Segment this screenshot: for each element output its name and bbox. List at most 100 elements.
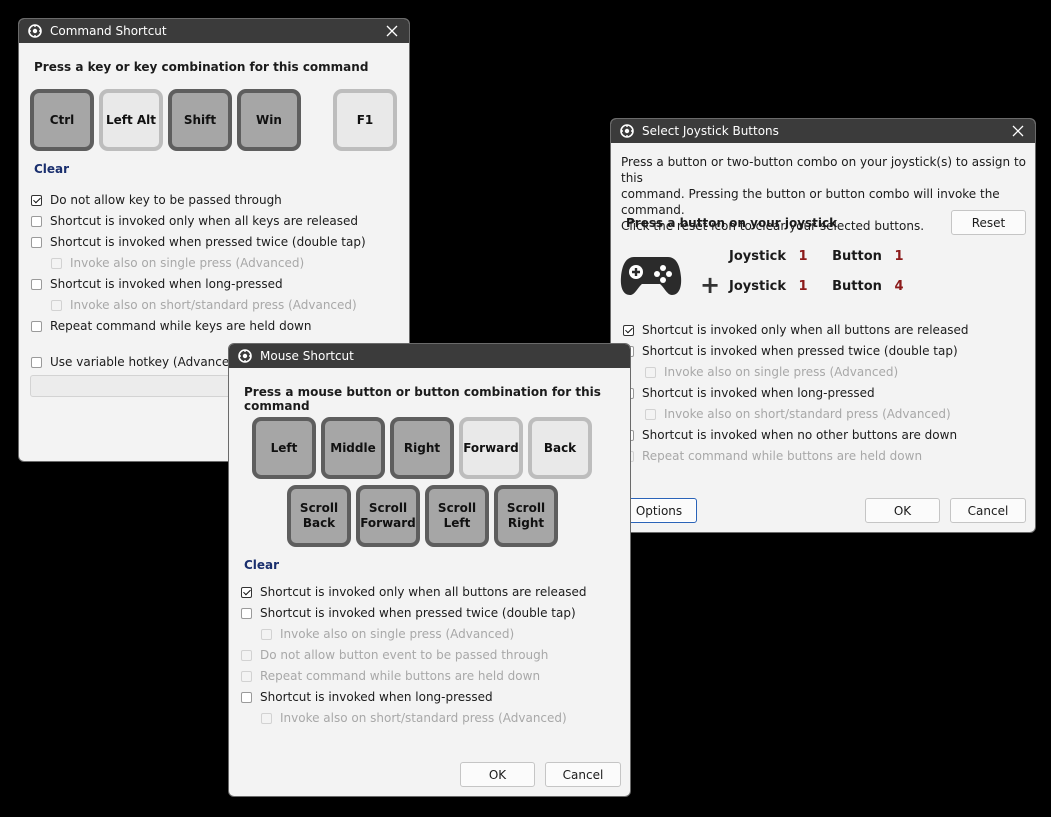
option-label: Invoke also on single press (Advanced): [664, 365, 899, 379]
clear-link[interactable]: Clear: [34, 162, 69, 176]
checkbox[interactable]: [51, 299, 62, 311]
button-label-line2: Back: [302, 516, 336, 530]
option-repeat[interactable]: Repeat command while buttons are held do…: [623, 449, 922, 463]
button-label-line2: Left: [443, 516, 471, 530]
checkbox[interactable]: [31, 236, 42, 248]
checkbox[interactable]: [645, 366, 656, 378]
cancel-button[interactable]: Cancel: [545, 762, 621, 787]
title-bar[interactable]: Select Joystick Buttons: [611, 119, 1035, 143]
option-double-tap[interactable]: Shortcut is invoked when pressed twice (…: [241, 606, 576, 620]
option-no-passthrough[interactable]: Do not allow key to be passed through: [31, 193, 282, 207]
option-single-press[interactable]: Invoke also on single press (Advanced): [645, 365, 898, 379]
clear-link[interactable]: Clear: [244, 558, 279, 572]
option-label: Shortcut is invoked when long-pressed: [260, 690, 493, 704]
key-label: Shift: [183, 112, 217, 127]
button-label: Button: [832, 279, 882, 294]
option-on-release[interactable]: Shortcut is invoked only when all keys a…: [31, 214, 358, 228]
option-short-press[interactable]: Invoke also on short/standard press (Adv…: [645, 407, 951, 421]
close-icon[interactable]: [383, 22, 401, 40]
option-no-passthrough[interactable]: Do not allow button event to be passed t…: [241, 648, 548, 662]
cancel-button[interactable]: Cancel: [950, 498, 1026, 523]
app-icon: [238, 349, 252, 363]
mouse-button-scroll-left[interactable]: Scroll Left: [425, 485, 489, 547]
button-label: Back: [543, 440, 577, 455]
option-no-other-buttons[interactable]: Shortcut is invoked when no other button…: [623, 428, 957, 442]
checkbox[interactable]: [31, 320, 42, 332]
button-number: 4: [894, 279, 904, 294]
key-label: F1: [356, 112, 374, 127]
button-label-line2: Right: [507, 516, 545, 530]
checkbox[interactable]: [31, 215, 42, 227]
checkbox[interactable]: [645, 408, 656, 420]
option-repeat[interactable]: Repeat command while keys are held down: [31, 319, 311, 333]
option-label: Shortcut is invoked when pressed twice (…: [642, 344, 958, 358]
reset-button[interactable]: Reset: [951, 210, 1026, 235]
option-label: Shortcut is invoked when pressed twice (…: [50, 235, 366, 249]
options-button[interactable]: Options: [621, 498, 697, 523]
ok-button[interactable]: OK: [865, 498, 940, 523]
app-icon: [28, 24, 42, 38]
button-label: Right: [403, 440, 441, 455]
option-label: Shortcut is invoked only when all button…: [260, 585, 587, 599]
checkbox[interactable]: [31, 194, 42, 206]
mouse-button-back[interactable]: Back: [528, 417, 592, 479]
option-long-press[interactable]: Shortcut is invoked when long-pressed: [241, 690, 493, 704]
button-label-line1: Scroll: [299, 501, 339, 515]
mouse-button-scroll-back[interactable]: Scroll Back: [287, 485, 351, 547]
option-long-press[interactable]: Shortcut is invoked when long-pressed: [623, 386, 875, 400]
option-double-tap[interactable]: Shortcut is invoked when pressed twice (…: [31, 235, 366, 249]
key-win[interactable]: Win: [237, 89, 301, 151]
key-shift[interactable]: Shift: [168, 89, 232, 151]
joystick-number: 1: [798, 249, 808, 264]
option-short-press[interactable]: Invoke also on short/standard press (Adv…: [261, 711, 567, 725]
mouse-button-scroll-forward[interactable]: Scroll Forward: [356, 485, 420, 547]
plus-icon: +: [700, 271, 721, 299]
window-title: Command Shortcut: [50, 24, 167, 38]
prompt-heading: Press a button on your joystick: [626, 216, 838, 230]
option-label: Shortcut is invoked when no other button…: [642, 428, 958, 442]
close-icon[interactable]: [1009, 122, 1027, 140]
option-label: Shortcut is invoked when long-pressed: [50, 277, 283, 291]
title-bar[interactable]: Command Shortcut: [19, 19, 409, 43]
ok-button[interactable]: OK: [460, 762, 535, 787]
option-label: Shortcut is invoked when long-pressed: [642, 386, 875, 400]
button-label: Left: [270, 440, 298, 455]
option-variable-hotkey[interactable]: Use variable hotkey (Advanced): [31, 355, 242, 369]
option-double-tap[interactable]: Shortcut is invoked when pressed twice (…: [623, 344, 958, 358]
checkbox[interactable]: [241, 649, 252, 661]
option-single-press[interactable]: Invoke also on single press (Advanced): [261, 627, 514, 641]
option-label: Do not allow key to be passed through: [50, 193, 282, 207]
checkbox[interactable]: [623, 324, 634, 336]
option-label: Repeat command while buttons are held do…: [260, 669, 541, 683]
checkbox[interactable]: [241, 691, 252, 703]
checkbox[interactable]: [31, 278, 42, 290]
key-left-alt[interactable]: Left Alt: [99, 89, 163, 151]
option-single-press[interactable]: Invoke also on single press (Advanced): [51, 256, 304, 270]
checkbox[interactable]: [261, 712, 272, 724]
option-short-press[interactable]: Invoke also on short/standard press (Adv…: [51, 298, 357, 312]
option-label: Repeat command while buttons are held do…: [642, 449, 923, 463]
option-repeat[interactable]: Repeat command while buttons are held do…: [241, 669, 540, 683]
checkbox[interactable]: [241, 586, 252, 598]
joystick-label: Joystick: [729, 279, 787, 294]
checkbox[interactable]: [241, 607, 252, 619]
button-label: Button: [832, 249, 882, 264]
option-long-press[interactable]: Shortcut is invoked when long-pressed: [31, 277, 283, 291]
key-ctrl[interactable]: Ctrl: [30, 89, 94, 151]
mouse-button-forward[interactable]: Forward: [459, 417, 523, 479]
mouse-button-scroll-right[interactable]: Scroll Right: [494, 485, 558, 547]
mouse-button-left[interactable]: Left: [252, 417, 316, 479]
key-f1[interactable]: F1: [333, 89, 397, 151]
assignment-row: Joystick 1 Button 1: [729, 249, 903, 264]
mouse-button-middle[interactable]: Middle: [321, 417, 385, 479]
instruction-line: Press a button or two-button combo on yo…: [621, 155, 1026, 185]
mouse-button-right[interactable]: Right: [390, 417, 454, 479]
checkbox[interactable]: [261, 628, 272, 640]
checkbox[interactable]: [51, 257, 62, 269]
checkbox[interactable]: [31, 356, 42, 368]
option-on-release[interactable]: Shortcut is invoked only when all button…: [241, 585, 587, 599]
option-on-release[interactable]: Shortcut is invoked only when all button…: [623, 323, 969, 337]
prompt-heading: Press a mouse button or button combinati…: [244, 385, 601, 413]
title-bar[interactable]: Mouse Shortcut: [229, 344, 630, 368]
checkbox[interactable]: [241, 670, 252, 682]
